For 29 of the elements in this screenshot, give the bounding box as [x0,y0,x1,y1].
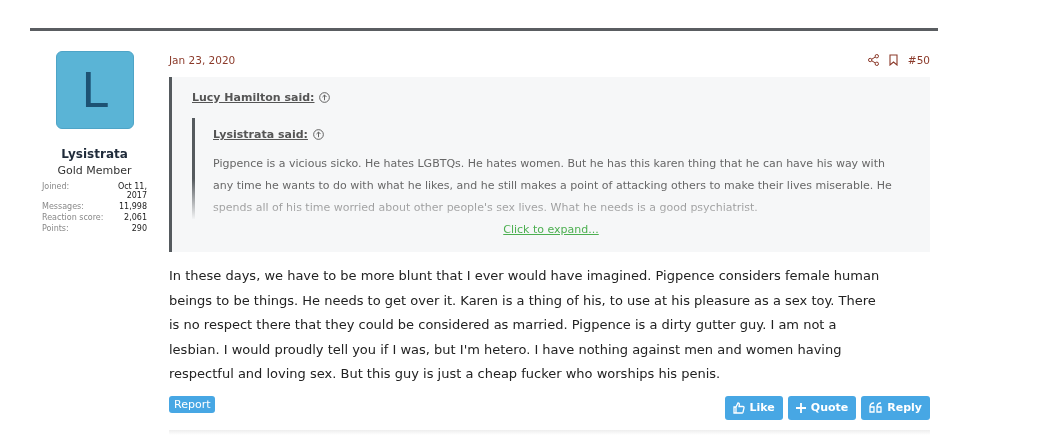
stat-value: 2,061 [123,213,147,222]
report-button[interactable]: Report [169,395,216,413]
arrow-up-icon[interactable] [319,92,331,103]
stat-label: Joined: [42,182,71,193]
post-number[interactable]: #50 [907,54,930,66]
like-button[interactable]: Like [724,395,783,420]
quote-author[interactable]: Lysistrata said: [213,128,308,141]
bookmark-icon[interactable] [888,54,898,66]
expand-link[interactable]: Click to expand... [503,223,599,236]
share-icon[interactable] [867,54,879,66]
reply-button[interactable]: Reply [861,395,930,420]
quote-text: Pigpence is a vicious sicko. He hates LGBTQs. He hates women. But he has this karen thing that he can have his way with any time he wants to do with what he likes, and he still makes a point of attacking others to make their lives miserable. He spends all of his time worried about other people's sex lives. What he needs is a good psychiatrist. [213,156,892,216]
stat-label: Points: [42,224,70,233]
quote-marks-icon [869,402,883,413]
stat-value: 11,998 [118,202,147,211]
stat-label: Reaction score: [42,213,104,222]
quote-button[interactable]: Quote [787,395,857,420]
post-body: In these days, we have to be more blunt that I ever would have imagined. Pigpence considers female human beings to be things. He needs to get over it. Karen is a thing of his, to use at his pleasure as a sex toy. There is no respect there that they could be considered as married. Pigpence is a dirty gutter guy. I am not a lesbian. I would proudly tell you if I was, but I'm hetero. I have nothing against men and women having respectful and loving sex. But this guy is just a cheap fucker who worships his penis. [169,267,881,383]
username[interactable]: Lysistrata [61,147,128,161]
post-date[interactable]: Jan 23, 2020 [169,54,868,66]
quote-author[interactable]: Lucy Hamilton said: [192,91,315,104]
arrow-up-icon[interactable] [312,129,324,140]
thumbs-up-icon [732,401,745,414]
stat-label: Messages: [42,202,85,211]
plus-icon [795,402,806,413]
stat-value: Oct 11, 2017 [116,182,147,200]
user-title: Gold Member [57,164,132,177]
avatar[interactable]: L [55,51,134,129]
stat-value: 290 [130,224,147,233]
